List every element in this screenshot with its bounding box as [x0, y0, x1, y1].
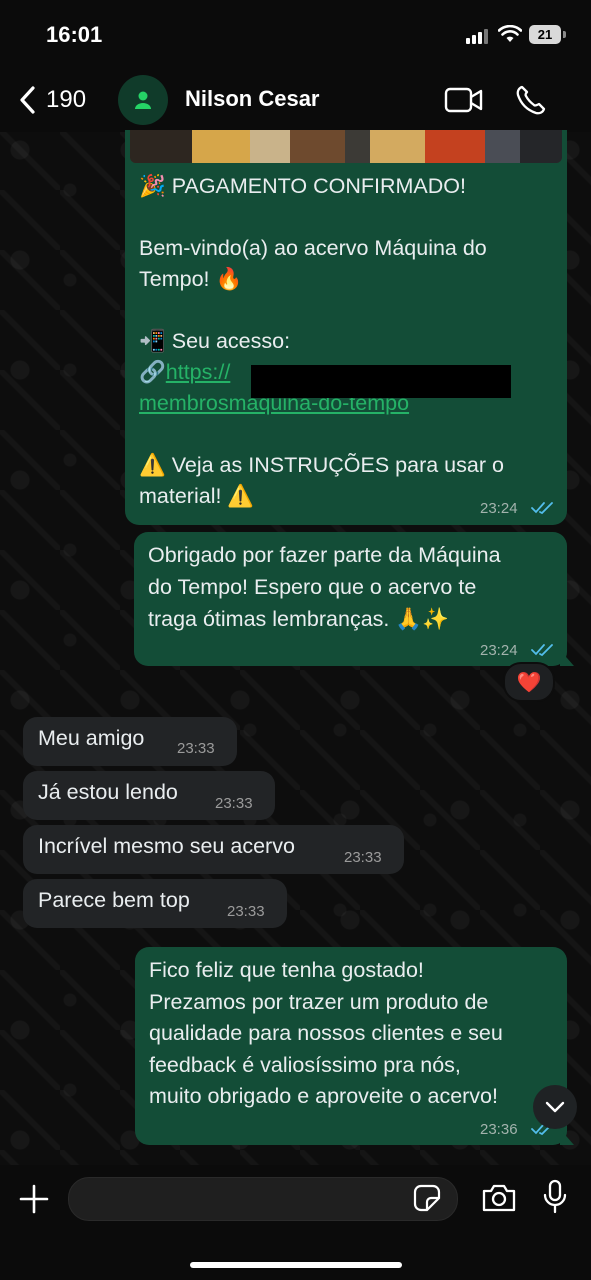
chevron-down-icon	[545, 1101, 565, 1113]
read-ticks-icon	[531, 502, 553, 515]
message-text: Meu amigo	[38, 726, 145, 750]
message-line: 🎉 PAGAMENTO CONFIRMADO!	[139, 174, 466, 198]
heart-reaction[interactable]: ❤️	[503, 662, 555, 702]
message-text: Incrível mesmo seu acervo	[38, 834, 295, 858]
chevron-left-icon	[20, 86, 35, 114]
message-timestamp: 23:24	[480, 642, 518, 659]
cellular-signal-icon	[466, 29, 490, 44]
bubble-tail	[560, 1129, 574, 1145]
chat-header: 190 Nilson Cesar	[0, 70, 591, 132]
message-text: Obrigado por fazer parte da Máquina do T…	[148, 539, 558, 635]
status-bar: 16:01 21	[0, 0, 591, 70]
battery-icon: 21	[529, 25, 561, 44]
video-call-icon[interactable]	[444, 86, 484, 114]
message-text: Já estou lendo	[38, 780, 178, 804]
message-timestamp: 23:33	[177, 740, 215, 757]
person-icon	[135, 91, 151, 109]
message-line: muito obrigado e aproveite o acervo!	[149, 1084, 498, 1108]
access-link[interactable]: https://	[166, 360, 231, 384]
back-button[interactable]: 190	[18, 84, 86, 116]
message-line: traga ótimas lembranças. 🙏✨	[148, 607, 449, 631]
sticker-icon[interactable]	[413, 1184, 441, 1212]
message-line: ⚠️ Veja as INSTRUÇÕES para usar o	[139, 453, 504, 477]
message-line: Obrigado por fazer parte da Máquina	[148, 543, 501, 567]
message-line: Prezamos por trazer um produto de	[149, 989, 489, 1014]
battery-tip	[563, 31, 566, 38]
message-timestamp: 23:33	[227, 903, 265, 920]
message-timestamp: 23:36	[480, 1121, 518, 1138]
status-time: 16:01	[46, 22, 103, 47]
message-line: Tempo! 🔥	[139, 267, 243, 291]
bubble-tail	[560, 650, 574, 666]
phone-call-icon[interactable]	[514, 84, 546, 116]
message-timestamp: 23:33	[215, 795, 253, 812]
message-input-container[interactable]	[68, 1177, 458, 1221]
wifi-icon	[498, 25, 522, 42]
message-line: feedback é valiosíssimo pra nós,	[149, 1052, 461, 1077]
microphone-icon[interactable]	[543, 1179, 567, 1215]
message-text: Fico feliz que tenha gostado! Prezamos p…	[149, 955, 559, 1113]
message-timestamp: 23:33	[344, 849, 382, 866]
message-image-preview[interactable]	[130, 130, 562, 163]
message-line: 📲 Seu acesso:	[139, 329, 291, 353]
message-line: do Tempo! Espero que o acervo te	[148, 575, 477, 599]
message-timestamp: 23:24	[480, 500, 518, 517]
message-line: Fico feliz que tenha gostado!	[149, 958, 424, 982]
home-indicator	[190, 1262, 402, 1268]
contact-name[interactable]: Nilson Cesar	[185, 86, 320, 112]
scroll-to-bottom-button[interactable]	[533, 1085, 577, 1129]
message-text: 🎉 PAGAMENTO CONFIRMADO! Bem-vindo(a) ao …	[139, 171, 549, 512]
plus-icon[interactable]	[18, 1183, 50, 1215]
message-composer	[0, 1165, 591, 1280]
link-icon: 🔗	[139, 360, 166, 384]
message-line: qualidade para nossos clientes e seu	[149, 1021, 503, 1045]
message-line: Bem-vindo(a) ao acervo Máquina do	[139, 236, 487, 260]
message-text: Parece bem top	[38, 888, 190, 912]
avatar[interactable]	[118, 75, 168, 125]
read-ticks-icon	[531, 644, 553, 657]
camera-icon[interactable]	[481, 1183, 517, 1213]
message-input[interactable]	[85, 1178, 409, 1220]
unread-count: 190	[46, 86, 87, 113]
redaction-box	[251, 365, 511, 398]
